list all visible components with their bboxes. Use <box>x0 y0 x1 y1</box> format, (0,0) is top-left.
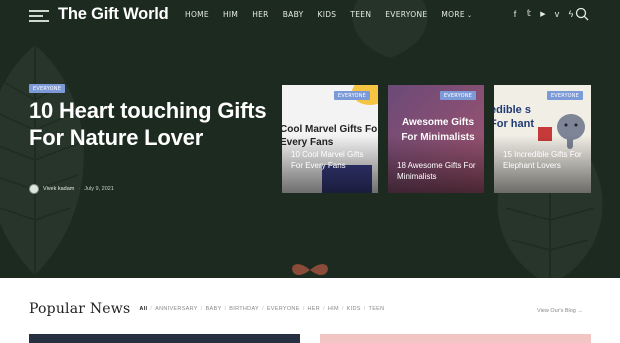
filter-baby[interactable]: BABY <box>206 306 222 312</box>
nav-home[interactable]: HOME <box>185 10 209 19</box>
featured-meta: Vivek kadam · July 9, 2021 <box>29 184 114 194</box>
meta-separator: · <box>78 186 81 192</box>
site-logo[interactable]: The Gift World <box>58 5 169 24</box>
filter-separator: / <box>323 306 325 312</box>
card-title[interactable]: 15 Incredible Gifts For Elephant Lovers <box>503 149 589 171</box>
filter-teen[interactable]: TEEN <box>369 306 385 312</box>
filter-separator: / <box>341 306 344 312</box>
social-links: f 𝕥 ▶ v ϟ <box>510 8 576 19</box>
card-category-tag[interactable]: EVERYONE <box>439 91 476 100</box>
category-filters: All / ANNIVERSARY / BABY / BIRTHDAY / EV… <box>139 306 384 312</box>
filter-separator: / <box>261 306 264 312</box>
featured-category-tag[interactable]: EVERYONE <box>29 84 66 93</box>
filter-separator: / <box>302 306 305 312</box>
main-nav: HOME HIM HER BABY KIDS TEEN EVERYONE MOR… <box>185 10 472 19</box>
filter-her[interactable]: HER <box>308 306 321 312</box>
filter-separator: / <box>224 306 227 312</box>
menu-icon[interactable] <box>29 10 49 22</box>
filter-separator: / <box>150 306 153 312</box>
post-card-elephant[interactable]: edible s For hant EVERYONE 15 Incredible… <box>494 85 591 193</box>
filter-him[interactable]: HIM <box>328 306 339 312</box>
nav-more[interactable]: MORE ⌄ <box>441 10 472 19</box>
post-card-marvel[interactable]: Cool Marvel Gifts Fo Every Fans EVERYONE… <box>282 85 378 193</box>
hero-section: The Gift World HOME HIM HER BABY KIDS TE… <box>0 0 620 278</box>
search-icon[interactable] <box>575 7 589 21</box>
nav-everyone[interactable]: EVERYONE <box>385 10 427 19</box>
youtube-icon[interactable]: ▶ <box>538 10 548 18</box>
filter-all[interactable]: All <box>139 306 147 312</box>
popular-post-thumbnail[interactable] <box>320 334 591 343</box>
post-card-minimalists[interactable]: Awesome Gifts For Minimalists EVERYONE 1… <box>388 85 484 193</box>
filter-anniversary[interactable]: ANNIVERSARY <box>155 306 198 312</box>
card-title[interactable]: 10 Cool Marvel Gifts For Every Fans <box>291 149 377 171</box>
view-blog-link[interactable]: View Our's Blog → <box>537 308 583 314</box>
nav-him[interactable]: HIM <box>223 10 238 19</box>
twitter-icon[interactable]: 𝕥 <box>524 8 534 19</box>
leaf-decoration-left-icon <box>0 45 84 275</box>
gift-bow-icon <box>292 264 328 276</box>
filter-separator: / <box>200 306 203 312</box>
facebook-icon[interactable]: f <box>510 9 520 19</box>
popular-post-thumbnail[interactable] <box>29 334 300 343</box>
nav-more-label: MORE <box>441 10 465 19</box>
nav-teen[interactable]: TEEN <box>350 10 371 19</box>
popular-news-header: Popular News All / ANNIVERSARY / BABY / … <box>29 301 384 317</box>
filter-everyone[interactable]: EVERYONE <box>267 306 300 312</box>
chevron-down-icon: ⌄ <box>466 12 473 19</box>
filter-kids[interactable]: KIDS <box>347 306 361 312</box>
nav-her[interactable]: HER <box>252 10 269 19</box>
card-category-tag[interactable]: EVERYONE <box>546 91 583 100</box>
section-title: Popular News <box>29 301 131 317</box>
card-title[interactable]: 18 Awesome Gifts For Minimalists <box>397 160 483 182</box>
filter-birthday[interactable]: BIRTHDAY <box>229 306 259 312</box>
card-category-tag[interactable]: EVERYONE <box>333 91 370 100</box>
featured-title[interactable]: 10 Heart touching Gifts For Nature Lover <box>29 97 269 151</box>
author-avatar[interactable] <box>29 184 39 194</box>
author-name[interactable]: Vivek kadam <box>43 186 74 192</box>
leaf-decoration-top-icon <box>352 0 428 58</box>
post-date: July 9, 2021 <box>84 186 114 192</box>
nav-kids[interactable]: KIDS <box>317 10 336 19</box>
vimeo-icon[interactable]: v <box>552 9 562 19</box>
nav-baby[interactable]: BABY <box>283 10 304 19</box>
filter-separator: / <box>363 306 366 312</box>
